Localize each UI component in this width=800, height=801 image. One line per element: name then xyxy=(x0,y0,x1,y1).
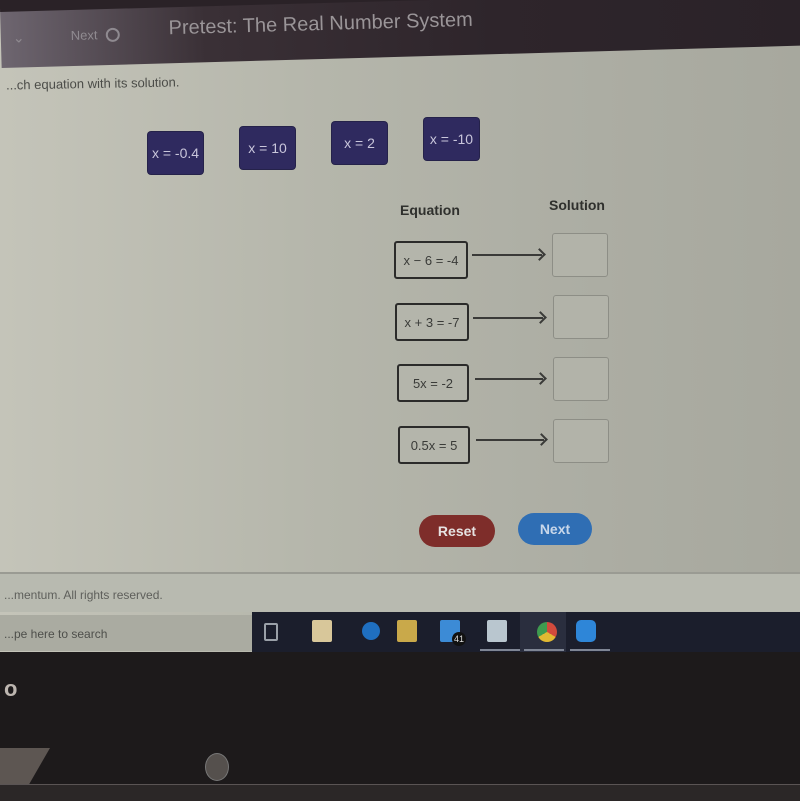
copyright-text: ...mentum. All rights reserved. xyxy=(4,588,163,602)
page-title: Pretest: The Real Number System xyxy=(168,8,474,40)
reset-button[interactable]: Reset xyxy=(419,515,495,547)
task-view-icon[interactable] xyxy=(264,623,278,641)
header-next-button[interactable]: Next xyxy=(71,27,120,43)
answer-tile[interactable]: x = -0.4 xyxy=(148,132,203,174)
chevron-down-icon: ⌄ xyxy=(12,29,25,46)
search-placeholder: ...pe here to search xyxy=(4,627,108,641)
answer-tile[interactable]: x = -10 xyxy=(424,118,479,160)
equation-box: 0.5x = 5 xyxy=(398,426,470,464)
solution-drop-target[interactable] xyxy=(553,357,609,401)
solution-column-header: Solution xyxy=(549,197,605,213)
arrow-icon xyxy=(472,254,542,256)
answer-tile[interactable]: x = 2 xyxy=(332,122,387,164)
next-arrow-icon xyxy=(105,27,120,42)
laptop-logo: o xyxy=(4,676,18,701)
header-bar: ✓ Submit Test ⌄ Next Pretest: The Real N… xyxy=(0,0,800,68)
taskbar: 41 xyxy=(252,612,800,652)
page-footer: ...mentum. All rights reserved. xyxy=(0,572,800,612)
running-indicator xyxy=(480,649,520,651)
edge-icon[interactable] xyxy=(362,622,380,640)
mail-badge: 41 xyxy=(452,632,466,646)
running-indicator xyxy=(524,649,564,651)
arrow-icon xyxy=(475,378,543,380)
previous-dropdown[interactable]: ⌄ xyxy=(13,29,25,46)
equation-box: x − 6 = -4 xyxy=(394,241,468,279)
chrome-icon[interactable] xyxy=(537,622,557,642)
solution-drop-target[interactable] xyxy=(552,233,608,277)
arrow-icon xyxy=(473,317,543,319)
store-icon[interactable] xyxy=(312,620,332,642)
bezel-edge xyxy=(0,784,800,801)
browser-screen: ✓ Submit Test ⌄ Next Pretest: The Real N… xyxy=(0,0,800,652)
zoom-app-icon[interactable] xyxy=(576,620,596,642)
next-button[interactable]: Next xyxy=(518,513,592,545)
photos-icon[interactable] xyxy=(487,620,507,642)
solution-drop-target[interactable] xyxy=(553,419,609,463)
running-indicator xyxy=(570,649,610,651)
instruction-text: ...ch equation with its solution. xyxy=(5,74,180,93)
header-next-label: Next xyxy=(70,27,98,44)
equation-column-header: Equation xyxy=(400,202,460,218)
bezel-screw xyxy=(205,753,229,781)
solution-drop-target[interactable] xyxy=(553,295,609,339)
answer-tile[interactable]: x = 10 xyxy=(240,127,295,169)
taskbar-search-box[interactable]: ...pe here to search xyxy=(0,615,252,651)
arrow-icon xyxy=(476,439,544,441)
equation-box: 5x = -2 xyxy=(397,364,469,402)
equation-box: x + 3 = -7 xyxy=(395,303,469,341)
file-explorer-icon[interactable] xyxy=(397,620,417,642)
